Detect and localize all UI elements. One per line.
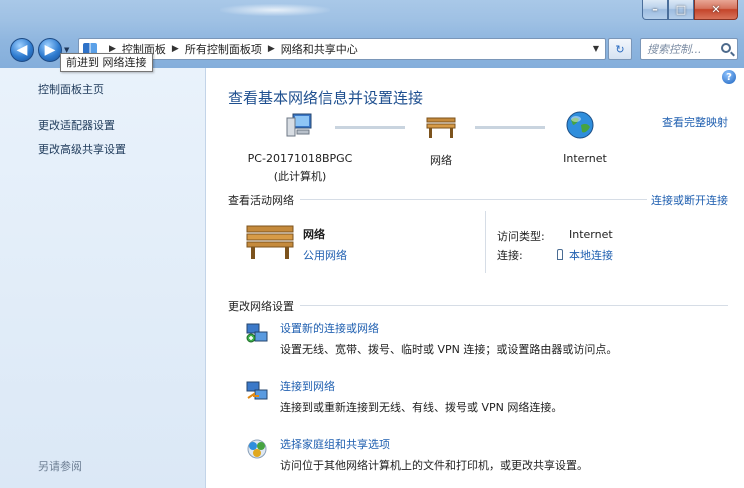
main-content: ? 查看基本网络信息并设置连接 查看完整映射 PC-20171018BPGC (…: [207, 68, 744, 488]
computer-sub: (此计算机): [273, 170, 327, 183]
window-controls: – □ ✕: [642, 0, 738, 21]
sidebar-item-control-panel-home[interactable]: 控制面板主页: [38, 81, 104, 97]
connect-network-link[interactable]: 连接到网络: [280, 378, 335, 394]
connections-label: 连接:: [497, 249, 523, 262]
address-bar[interactable]: ▶ 控制面板 ▶ 所有控制面板项 ▶ 网络和共享中心 ▼: [78, 38, 606, 60]
refresh-button[interactable]: ↻: [608, 38, 632, 60]
network-label[interactable]: 网络: [411, 152, 471, 168]
map-connector-line: [475, 126, 545, 129]
maximize-button[interactable]: □: [668, 0, 694, 20]
search-icon[interactable]: [721, 43, 731, 53]
forward-arrow-icon: ▶: [44, 42, 56, 58]
task-connect-network: 连接到网络 连接到或重新连接到无线、有线、拨号或 VPN 网络连接。: [245, 378, 735, 418]
new-connection-desc: 设置无线、宽带、拨号、临时或 VPN 连接；或设置路由器或访问点。: [280, 343, 618, 356]
maximize-icon: □: [675, 3, 687, 16]
minimize-button[interactable]: –: [642, 0, 668, 20]
homegroup-desc: 访问位于其他网络计算机上的文件和打印机，或更改共享设置。: [280, 459, 588, 472]
back-button[interactable]: ◀: [10, 38, 34, 62]
refresh-icon: ↻: [615, 42, 625, 56]
help-icon[interactable]: ?: [722, 70, 736, 84]
forward-button[interactable]: ▶: [38, 38, 62, 62]
new-connection-link[interactable]: 设置新的连接或网络: [280, 320, 379, 336]
change-settings-heading: 更改网络设置: [228, 298, 300, 314]
homegroup-link[interactable]: 选择家庭组和共享选项: [280, 436, 390, 452]
new-connection-icon: [246, 323, 268, 343]
network-type-link[interactable]: 公用网络: [303, 247, 347, 263]
bench-network-icon: [426, 117, 456, 138]
close-button[interactable]: ✕: [694, 0, 738, 20]
globe-icon: [566, 111, 594, 139]
map-connector-line: [335, 126, 405, 129]
computer-icon: [286, 113, 312, 137]
breadcrumb-separator-icon[interactable]: ▶: [268, 44, 275, 54]
bench-network-icon: [246, 225, 294, 259]
page-title: 查看基本网络信息并设置连接: [228, 89, 424, 107]
close-icon: ✕: [711, 3, 721, 16]
sidebar-item-advanced-sharing[interactable]: 更改高级共享设置: [38, 141, 126, 157]
breadcrumb-separator-icon[interactable]: ▶: [172, 44, 179, 54]
left-task-pane: 控制面板主页 更改适配器设置 更改高级共享设置 另请参阅: [0, 68, 206, 488]
task-new-connection: 设置新的连接或网络 设置无线、宽带、拨号、临时或 VPN 连接；或设置路由器或访…: [245, 320, 735, 360]
local-connection-link[interactable]: 本地连接: [569, 249, 613, 262]
back-arrow-icon: ◀: [16, 42, 28, 58]
vertical-divider: [485, 211, 486, 273]
computer-name[interactable]: PC-20171018BPGC: [235, 152, 365, 165]
address-dropdown-icon[interactable]: ▼: [593, 44, 599, 53]
connect-disconnect-link[interactable]: 连接或断开连接: [647, 192, 728, 208]
breadcrumb-network-center[interactable]: 网络和共享中心: [281, 41, 358, 57]
minimize-icon: –: [652, 3, 658, 16]
see-also-heading: 另请参阅: [38, 460, 82, 473]
section-divider: [228, 305, 728, 306]
active-networks-heading: 查看活动网络: [228, 192, 300, 208]
task-homegroup: 选择家庭组和共享选项 访问位于其他网络计算机上的文件和打印机，或更改共享设置。: [245, 436, 735, 476]
connect-network-desc: 连接到或重新连接到无线、有线、拨号或 VPN 网络连接。: [280, 401, 563, 414]
active-network-name: 网络: [303, 228, 325, 241]
search-input[interactable]: 搜索控制...: [640, 38, 738, 60]
sidebar-item-adapter-settings[interactable]: 更改适配器设置: [38, 117, 115, 133]
homegroup-icon: [247, 439, 267, 459]
connect-network-icon: [246, 381, 268, 400]
breadcrumb-all-items[interactable]: 所有控制面板项: [185, 41, 262, 57]
internet-label[interactable]: Internet: [550, 152, 620, 165]
search-placeholder: 搜索控制...: [647, 43, 702, 56]
access-type-value: Internet: [569, 228, 613, 241]
window-title-blur: [220, 4, 330, 16]
plug-icon: [557, 249, 563, 260]
forward-tooltip: 前进到 网络连接: [60, 53, 153, 72]
connections-value-wrap: 本地连接: [557, 247, 613, 263]
access-type-label: 访问类型:: [497, 230, 545, 243]
full-map-link[interactable]: 查看完整映射: [662, 114, 728, 130]
